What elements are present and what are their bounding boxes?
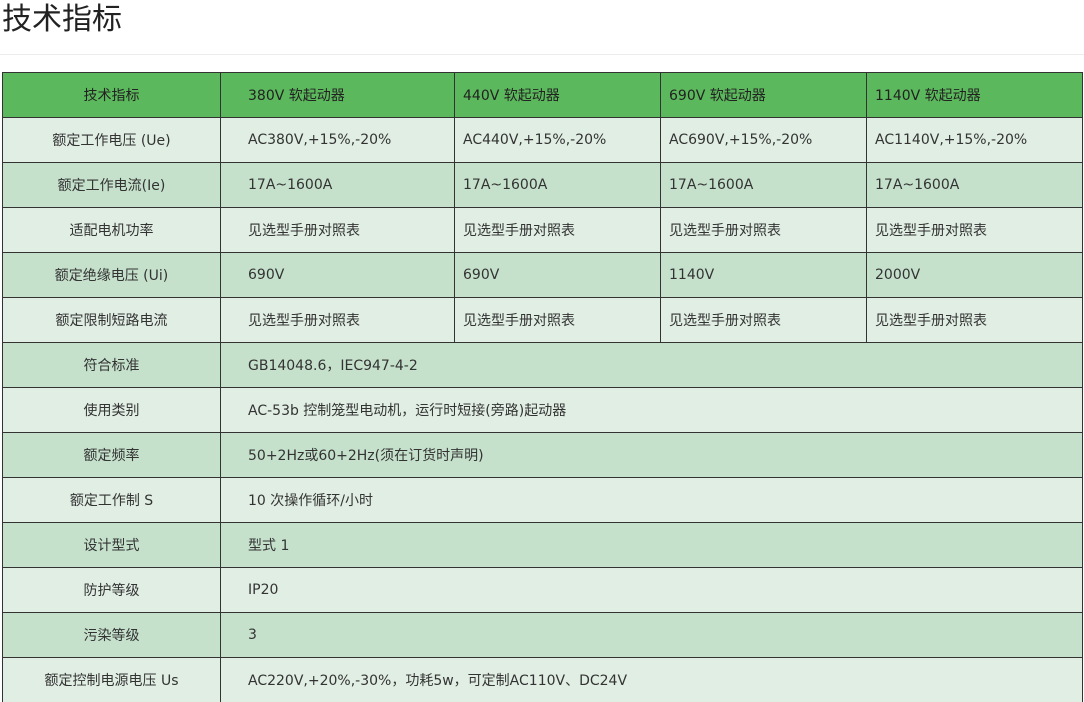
row-value: AC-53b 控制笼型电动机，运行时短接(旁路)起动器 [220,387,1083,433]
page: 技术指标 技术指标 380V 软起动器 440V 软起动器 690V 软起动器 … [0,0,1084,702]
row-value: 17A~1600A [866,162,1083,208]
table-row: 额定工作电流(Ie) 17A~1600A 17A~1600A 17A~1600A… [2,162,1083,208]
table-row: 适配电机功率 见选型手册对照表 见选型手册对照表 见选型手册对照表 见选型手册对… [2,207,1083,253]
header-cell: 690V 软起动器 [660,72,867,118]
table-row: 额定频率 50+2Hz或60+2Hz(须在订货时声明) [2,432,1083,478]
row-label: 额定工作制 S [2,477,221,523]
row-value: 见选型手册对照表 [660,297,867,343]
row-value: AC380V,+15%,-20% [220,117,455,163]
title-divider [0,54,1084,55]
row-value: 见选型手册对照表 [866,297,1083,343]
row-value: 17A~1600A [220,162,455,208]
row-value: 见选型手册对照表 [866,207,1083,253]
table-row: 设计型式 型式 1 [2,522,1083,568]
row-value: 见选型手册对照表 [220,207,455,253]
row-label: 适配电机功率 [2,207,221,253]
row-value: 3 [220,612,1083,658]
row-label: 符合标准 [2,342,221,388]
row-value: AC690V,+15%,-20% [660,117,867,163]
row-value: 17A~1600A [660,162,867,208]
table-row: 额定工作电压 (Ue) AC380V,+15%,-20% AC440V,+15%… [2,117,1083,163]
row-value: 型式 1 [220,522,1083,568]
row-label: 使用类别 [2,387,221,433]
row-value: 10 次操作循环/小时 [220,477,1083,523]
table-row: 额定绝缘电压 (Ui) 690V 690V 1140V 2000V [2,252,1083,298]
row-label: 污染等级 [2,612,221,658]
header-cell: 1140V 软起动器 [866,72,1083,118]
table-row: 防护等级 IP20 [2,567,1083,613]
table-row: 额定工作制 S 10 次操作循环/小时 [2,477,1083,523]
table-row: 额定控制电源电压 Us AC220V,+20%,-30%，功耗5w，可定制AC1… [2,657,1083,702]
header-cell: 380V 软起动器 [220,72,455,118]
row-value: 17A~1600A [454,162,661,208]
row-label: 设计型式 [2,522,221,568]
row-value: 50+2Hz或60+2Hz(须在订货时声明) [220,432,1083,478]
row-value: 见选型手册对照表 [660,207,867,253]
row-label: 额定限制短路电流 [2,297,221,343]
row-value: 见选型手册对照表 [454,207,661,253]
row-value: 1140V [660,252,867,298]
row-value: 见选型手册对照表 [454,297,661,343]
table-header-row: 技术指标 380V 软起动器 440V 软起动器 690V 软起动器 1140V… [2,72,1083,118]
table-row: 符合标准 GB14048.6，IEC947-4-2 [2,342,1083,388]
row-value: IP20 [220,567,1083,613]
row-label: 额定绝缘电压 (Ui) [2,252,221,298]
table-row: 额定限制短路电流 见选型手册对照表 见选型手册对照表 见选型手册对照表 见选型手… [2,297,1083,343]
header-cell: 440V 软起动器 [454,72,661,118]
row-label: 额定控制电源电压 Us [2,657,221,702]
header-cell: 技术指标 [2,72,221,118]
row-label: 额定频率 [2,432,221,478]
row-value: AC1140V,+15%,-20% [866,117,1083,163]
row-label: 防护等级 [2,567,221,613]
row-value: 690V [220,252,455,298]
row-value: AC220V,+20%,-30%，功耗5w，可定制AC110V、DC24V [220,657,1083,702]
row-label: 额定工作电流(Ie) [2,162,221,208]
row-value: GB14048.6，IEC947-4-2 [220,342,1083,388]
spec-table: 技术指标 380V 软起动器 440V 软起动器 690V 软起动器 1140V… [2,72,1083,702]
page-title: 技术指标 [2,2,122,37]
table-row: 使用类别 AC-53b 控制笼型电动机，运行时短接(旁路)起动器 [2,387,1083,433]
row-value: 见选型手册对照表 [220,297,455,343]
row-label: 额定工作电压 (Ue) [2,117,221,163]
table-row: 污染等级 3 [2,612,1083,658]
row-value: AC440V,+15%,-20% [454,117,661,163]
row-value: 690V [454,252,661,298]
row-value: 2000V [866,252,1083,298]
